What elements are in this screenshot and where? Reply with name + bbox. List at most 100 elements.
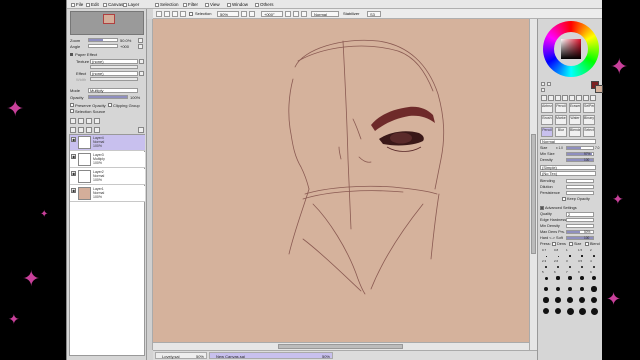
effect-options-button[interactable]	[139, 71, 144, 76]
background-color-swatch[interactable]	[595, 85, 603, 93]
advanced-settings-toggle[interactable]	[540, 206, 544, 210]
visibility-eye-icon[interactable]: ◉	[71, 188, 76, 193]
layer-row[interactable]: ◉ Layer2 Normal 100%	[70, 169, 145, 185]
zoom-reset-button[interactable]	[138, 38, 143, 43]
transfer-down-button[interactable]	[86, 127, 92, 133]
brush-size-preset[interactable]	[590, 284, 598, 292]
transparent-color-button[interactable]	[547, 82, 551, 86]
rotate-right-button[interactable]	[293, 11, 299, 17]
brush-size-preset[interactable]: 8	[578, 271, 586, 281]
navigator-preview[interactable]	[70, 11, 144, 35]
density-slider[interactable]	[566, 158, 594, 162]
menu-window[interactable]: Window	[227, 1, 248, 8]
vertical-scrollbar[interactable]	[529, 19, 537, 350]
tool-binary-button[interactable]: Binary	[583, 115, 595, 125]
undo-button[interactable]	[156, 11, 162, 17]
persistence-slider[interactable]	[566, 191, 594, 195]
paper-effect-header[interactable]: Paper Effect	[70, 52, 144, 57]
angle-reset-button[interactable]	[138, 44, 143, 49]
press-blend-checkbox[interactable]	[585, 242, 589, 246]
brush-size-preset[interactable]: 0.7	[542, 249, 550, 259]
tool-brush-button[interactable]: Brush	[541, 115, 553, 125]
brush-size-preset[interactable]	[590, 295, 598, 304]
brush-size-preset[interactable]: 2.3	[542, 260, 550, 270]
brush-size-preset[interactable]	[566, 295, 574, 303]
brush-size-preset[interactable]: 2.6	[554, 260, 562, 270]
menu-file[interactable]: File	[71, 1, 83, 8]
zoom-slider[interactable]	[88, 38, 118, 42]
brush-size-preset[interactable]: 5	[542, 271, 550, 281]
tool-pencil-button[interactable]: Pencil	[555, 103, 567, 113]
clipping-group-checkbox[interactable]	[108, 103, 112, 107]
preserve-opacity-checkbox[interactable]	[70, 103, 74, 107]
brush-size-preset[interactable]	[566, 306, 574, 315]
angle-slider[interactable]	[88, 44, 118, 48]
canvas-tab[interactable]: Lovely.sai 50%	[155, 352, 207, 359]
brush-size-preset[interactable]: 3.5	[578, 260, 586, 270]
rotation-field[interactable]: +000°	[261, 11, 283, 17]
zoom-field[interactable]: 50%	[217, 11, 239, 17]
brush-size-preset[interactable]: 0.8	[554, 249, 562, 259]
invert-selection-button[interactable]	[180, 11, 186, 17]
merge-visible-button[interactable]	[94, 127, 100, 133]
tool-eraser-button[interactable]: Eraser	[569, 103, 581, 113]
brush-size-preset[interactable]	[542, 295, 550, 303]
brush-size-preset[interactable]	[566, 284, 574, 292]
brush-size-preset[interactable]	[554, 306, 562, 315]
navigator-viewport[interactable]	[103, 14, 115, 24]
swap-colors-button[interactable]	[541, 82, 545, 86]
tool-water-button[interactable]: Water	[569, 115, 581, 125]
color-mode-button[interactable]	[541, 88, 545, 92]
tool-select-button[interactable]: Select	[583, 127, 595, 137]
layer-row[interactable]: ◉ Layer3 Multiply 100%	[70, 152, 145, 168]
brush-size-preset[interactable]	[542, 284, 550, 292]
layer-row[interactable]: ◉ Layer1 Normal 100%	[70, 186, 145, 202]
brush-size-preset[interactable]: 1.5	[578, 249, 586, 259]
effect-select[interactable]: (none)	[90, 71, 138, 76]
stabilizer-select[interactable]: S3	[367, 11, 381, 17]
layer-menu-button[interactable]	[138, 127, 144, 133]
color-wheel[interactable]	[543, 21, 599, 77]
flip-button[interactable]	[301, 11, 307, 17]
edge-hardness-slider[interactable]	[566, 218, 594, 222]
brush-size-preset[interactable]	[578, 306, 586, 315]
new-linework-layer-button[interactable]	[86, 118, 92, 124]
brush-size-preset[interactable]	[554, 295, 562, 303]
layer-row[interactable]: ◉ Layer4 Normal 100%	[70, 135, 145, 151]
move-tool-button[interactable]	[562, 95, 568, 101]
menu-layer[interactable]: Layer	[123, 1, 139, 8]
visibility-eye-icon[interactable]: ◉	[71, 171, 76, 176]
brush-size-preset[interactable]: 7	[566, 271, 574, 281]
brush-size-preset[interactable]	[554, 284, 562, 292]
vertical-scroll-thumb[interactable]	[531, 134, 536, 254]
blend-mode-select[interactable]: Normal	[311, 11, 339, 17]
brush-size-preset[interactable]	[578, 295, 586, 304]
zoom-in-button[interactable]	[249, 11, 255, 17]
drawing-canvas[interactable]	[153, 19, 529, 342]
tool-marker-button[interactable]: Marker	[555, 115, 567, 125]
tool-selpen-button[interactable]: SelPen	[583, 103, 595, 113]
selection-checkbox[interactable]	[189, 12, 193, 16]
brush-size-preset[interactable]: 6	[554, 271, 562, 281]
layer-mode-select[interactable]: Multiply	[88, 88, 138, 93]
brush-size-preset[interactable]: 9	[590, 271, 598, 281]
merge-down-button[interactable]	[70, 127, 76, 133]
brush-shape-select[interactable]: (Simple)	[540, 165, 596, 170]
visibility-eye-icon[interactable]: ◉	[71, 137, 76, 142]
delete-layer-button[interactable]	[94, 118, 100, 124]
selection-source-checkbox[interactable]	[70, 109, 74, 113]
blending-slider[interactable]	[566, 179, 594, 183]
rotate-tool-button[interactable]	[576, 95, 582, 101]
brush-size-preset[interactable]: 2	[590, 249, 598, 259]
brush-size-preset[interactable]: 1	[566, 249, 574, 259]
brush-size-preset[interactable]	[590, 306, 598, 315]
brush-size-preset[interactable]	[542, 306, 550, 315]
tool-blur-button[interactable]: Blur	[555, 127, 567, 137]
new-layer-button[interactable]	[70, 118, 76, 124]
magic-wand-tool-button[interactable]	[555, 95, 561, 101]
horizontal-scroll-thumb[interactable]	[278, 344, 403, 349]
press-dens-checkbox[interactable]	[552, 242, 556, 246]
menu-selection[interactable]: Selection	[155, 1, 179, 8]
eyedropper-tool-button[interactable]	[590, 95, 596, 101]
menu-filter[interactable]: Filter	[183, 1, 198, 8]
